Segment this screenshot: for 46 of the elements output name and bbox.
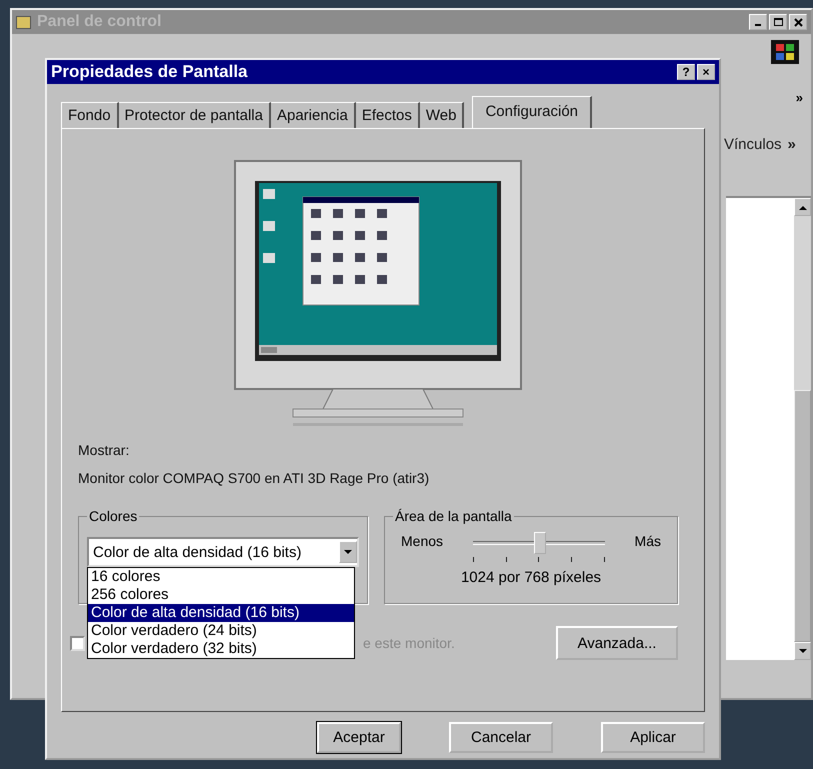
colors-dropdown[interactable]: Color de alta densidad (16 bits) (87, 537, 359, 567)
tab[interactable]: Efectos (356, 102, 420, 128)
min-label: Menos (401, 533, 444, 549)
dropdown-option[interactable]: Color verdadero (32 bits) (88, 640, 354, 658)
help-button[interactable]: ? (677, 64, 695, 80)
minimize-icon (755, 24, 761, 26)
dialog-title: Propiedades de Pantalla (51, 62, 249, 82)
close-button[interactable] (789, 14, 807, 30)
dialog-button[interactable]: Aceptar (317, 722, 401, 753)
maximize-button[interactable] (769, 14, 787, 30)
tab[interactable]: Protector de pantalla (118, 102, 271, 128)
slider-thumb[interactable] (534, 532, 546, 554)
display-label: Mostrar: (78, 442, 130, 458)
dialog-button[interactable]: Cancelar (449, 722, 553, 753)
toolbar-chevron[interactable]: » (796, 90, 803, 105)
windows-logo-icon (771, 40, 799, 64)
tab[interactable]: Configuración (472, 96, 592, 128)
checkbox[interactable] (70, 636, 85, 650)
display-value: Monitor color COMPAQ S700 en ATI 3D Rage Pro (atir3) (78, 470, 430, 486)
minimize-button[interactable] (749, 14, 767, 30)
folder-icon (16, 16, 31, 28)
maximize-icon (774, 18, 782, 26)
dropdown-option[interactable]: Color de alta densidad (16 bits) (88, 604, 354, 622)
down-arrow-icon (798, 648, 806, 654)
scrollbar[interactable] (794, 198, 811, 660)
up-arrow-icon (798, 204, 806, 210)
checkbox-label: e este monitor. (363, 635, 455, 651)
max-label: Más (634, 533, 661, 549)
tab[interactable]: Apariencia (270, 102, 356, 128)
tab[interactable]: Web (420, 102, 464, 128)
links-label[interactable]: Vínculos (724, 136, 782, 153)
close-icon (794, 18, 802, 26)
close-button[interactable]: × (697, 64, 715, 80)
scroll-thumb[interactable] (794, 390, 811, 642)
tab[interactable]: Fondo (61, 102, 119, 128)
dialog-button[interactable]: Aplicar (601, 722, 705, 753)
advanced-button[interactable]: Avanzada... (556, 626, 678, 660)
scroll-down-button[interactable] (794, 642, 811, 660)
group-label: Colores (87, 508, 140, 524)
links-chevron[interactable]: » (788, 136, 796, 153)
dropdown-option[interactable]: 16 colores (88, 568, 354, 586)
group-label: Área de la pantalla (393, 508, 514, 524)
resolution-reading: 1024 por 768 píxeles (460, 569, 602, 586)
scroll-up-button[interactable] (794, 198, 811, 216)
dropdown-option[interactable]: 256 colores (88, 586, 354, 604)
dropdown-option[interactable]: Color verdadero (24 bits) (88, 622, 354, 640)
